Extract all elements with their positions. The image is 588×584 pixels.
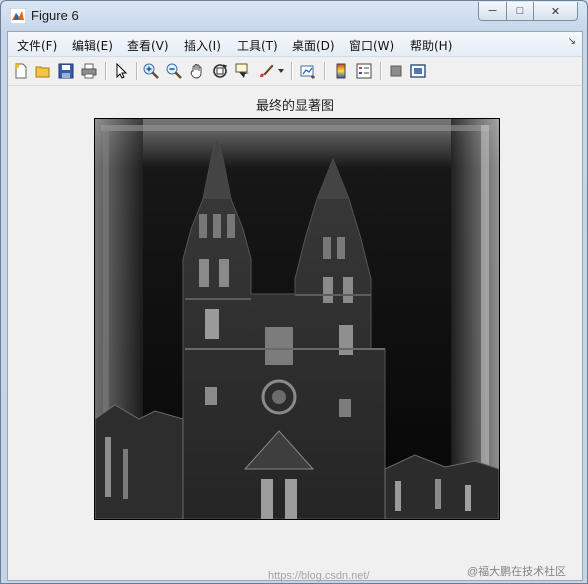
open-file-icon[interactable] [33, 61, 53, 81]
menu-bar: 文件(F) 编辑(E) 查看(V) 插入(I) 工具(T) 桌面(D) 窗口(W… [8, 32, 582, 57]
brush-icon[interactable] [256, 61, 276, 81]
close-button[interactable]: ✕ [533, 2, 578, 21]
toolbar-separator [136, 62, 138, 80]
toolbar-separator [291, 62, 293, 80]
figure-toolbar [8, 57, 582, 86]
menu-help[interactable]: 帮助(H) [410, 37, 452, 54]
saliency-map-image [95, 119, 499, 519]
hide-plot-tools-icon[interactable] [386, 61, 406, 81]
matlab-app-icon [9, 7, 27, 25]
image-axes[interactable] [94, 118, 500, 520]
rotate-3d-icon[interactable] [210, 61, 230, 81]
toolbar-separator [380, 62, 382, 80]
plot-title: 最终的显著图 [255, 99, 334, 114]
watermark-text-secondary: @福大鹏在技术社区 [467, 566, 567, 578]
menu-insert[interactable]: 插入(I) [184, 37, 221, 54]
toolbar-separator [105, 62, 107, 80]
pan-hand-icon[interactable] [187, 61, 207, 81]
menu-tools[interactable]: 工具(T) [237, 37, 278, 54]
legend-icon[interactable] [354, 61, 374, 81]
menu-window[interactable]: 窗口(W) [349, 37, 394, 54]
edit-plot-icon[interactable] [111, 61, 131, 81]
maximize-icon: □ [516, 5, 524, 17]
zoom-out-icon[interactable] [164, 61, 184, 81]
show-plot-tools-icon[interactable] [408, 61, 428, 81]
brush-dropdown-icon[interactable] [276, 61, 286, 81]
maximize-button[interactable]: □ [506, 2, 534, 21]
minimize-button[interactable]: ─ [478, 2, 507, 21]
dock-arrow-icon[interactable]: ↘ [568, 36, 576, 47]
new-figure-icon[interactable] [11, 61, 31, 81]
menu-desktop[interactable]: 桌面(D) [292, 37, 335, 54]
menu-edit[interactable]: 编辑(E) [72, 37, 113, 54]
save-icon[interactable] [56, 61, 76, 81]
menu-file[interactable]: 文件(F) [17, 37, 57, 54]
title-bar[interactable]: Figure 6 ─ □ ✕ [1, 1, 587, 31]
watermark-text: https://blog.csdn.net/ [268, 570, 370, 582]
link-plot-icon[interactable] [298, 61, 318, 81]
window-title: Figure 6 [31, 8, 79, 23]
toolbar-separator [324, 62, 326, 80]
colorbar-icon[interactable] [331, 61, 351, 81]
minimize-icon: ─ [488, 5, 497, 17]
zoom-in-icon[interactable] [141, 61, 161, 81]
menu-view[interactable]: 查看(V) [127, 37, 169, 54]
client-area: 文件(F) 编辑(E) 查看(V) 插入(I) 工具(T) 桌面(D) 窗口(W… [7, 31, 583, 582]
data-cursor-icon[interactable] [233, 61, 253, 81]
print-icon[interactable] [79, 61, 99, 81]
figure-canvas[interactable]: 最终的显著图 https://blog.csdn.net/ [8, 86, 582, 582]
close-icon: ✕ [550, 5, 561, 18]
figure-window: Figure 6 ─ □ ✕ 文件(F) 编辑(E) 查看(V) 插入(I) 工… [0, 0, 588, 584]
